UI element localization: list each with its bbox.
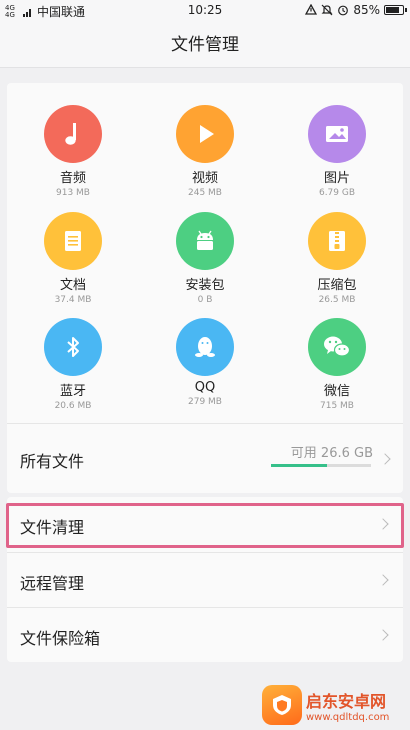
category-size: 6.79 GB [318, 188, 356, 198]
battery-percent: 85% [353, 3, 380, 17]
category-qq[interactable]: QQ 279 MB [139, 318, 271, 407]
watermark: 启东安卓网 www.qdltdq.com [262, 680, 410, 730]
category-size: 26.5 MB [318, 295, 356, 305]
chevron-right-icon [377, 629, 389, 641]
category-name: 文档 [59, 278, 86, 293]
bluetooth-circle [44, 318, 102, 376]
battery-fill [386, 7, 399, 13]
category-size: 245 MB [188, 188, 222, 198]
category-size: 37.4 MB [54, 295, 92, 305]
shield-logo-icon [273, 695, 291, 715]
alert-icon [305, 4, 318, 15]
all-files-row[interactable]: 所有文件 可用 26.6 GB [7, 423, 403, 493]
watermark-url: www.qdltdq.com [306, 711, 390, 723]
list-item-file-cleanup[interactable]: 文件清理 [7, 497, 403, 552]
category-documents[interactable]: 文档 37.4 MB [7, 212, 139, 305]
list-item-remote-management[interactable]: 远程管理 [7, 552, 403, 607]
video-circle [176, 105, 234, 163]
category-size: 0 B [197, 295, 213, 305]
battery-icon [384, 5, 407, 15]
category-name: 音频 [59, 171, 86, 186]
storage-progress-bar [271, 464, 371, 467]
chevron-right-icon [377, 574, 389, 586]
category-name: 视频 [191, 171, 218, 186]
qq-circle [176, 318, 234, 376]
status-bar: 4G 4G 中国联通 10:25 85% [0, 0, 410, 22]
chevron-right-icon [377, 518, 389, 530]
available-storage: 可用 26.6 GB [290, 446, 373, 461]
watermark-logo-icon [262, 685, 302, 725]
category-wechat[interactable]: 微信 715 MB [271, 318, 403, 411]
category-apk[interactable]: 安装包 0 B [139, 212, 271, 305]
category-size: 715 MB [320, 401, 354, 411]
category-size: 20.6 MB [54, 401, 92, 411]
list-item-label: 文件清理 [20, 518, 85, 537]
chevron-right-icon [379, 453, 391, 465]
category-size: 913 MB [56, 188, 90, 198]
category-archives[interactable]: 压缩包 26.5 MB [271, 212, 403, 305]
qq-icon [195, 337, 215, 357]
category-pictures[interactable]: 图片 6.79 GB [271, 105, 403, 198]
storage-progress-fill [271, 464, 327, 467]
document-icon [65, 231, 81, 251]
audio-circle [44, 105, 102, 163]
archives-circle [308, 212, 366, 270]
category-name: 压缩包 [317, 278, 357, 293]
all-files-label: 所有文件 [20, 452, 85, 471]
category-size: 279 MB [188, 397, 222, 407]
category-audio[interactable]: 音频 913 MB [7, 105, 139, 198]
wechat-icon [324, 336, 351, 357]
silent-icon [321, 4, 333, 16]
category-bluetooth[interactable]: 蓝牙 20.6 MB [7, 318, 139, 411]
category-video[interactable]: 视频 245 MB [139, 105, 271, 198]
status-right: 85% [305, 3, 407, 17]
wechat-circle [308, 318, 366, 376]
category-name: 图片 [323, 171, 350, 186]
category-grid: 音频 913 MB 视频 245 MB 图片 6.79 GB 文档 37.4 M… [7, 83, 403, 423]
archive-icon [329, 231, 345, 251]
category-name: 安装包 [185, 278, 225, 293]
pictures-circle [308, 105, 366, 163]
apk-circle [176, 212, 234, 270]
documents-circle [44, 212, 102, 270]
list-item-label: 远程管理 [20, 574, 85, 593]
list-item-file-safe[interactable]: 文件保险箱 [7, 607, 403, 662]
category-name: 微信 [323, 384, 350, 399]
category-card: 音频 913 MB 视频 245 MB 图片 6.79 GB 文档 37.4 M… [7, 83, 403, 493]
category-name: 蓝牙 [59, 384, 86, 399]
alarm-icon [338, 5, 349, 16]
music-note-icon [65, 123, 76, 145]
watermark-title: 启东安卓网 [306, 691, 387, 711]
category-name: QQ [194, 380, 216, 395]
page-title: 文件管理 [0, 22, 410, 68]
watermark-text: 启东安卓网 www.qdltdq.com [306, 688, 389, 723]
tools-list: 文件清理 远程管理 文件保险箱 [7, 497, 403, 662]
picture-icon [326, 126, 348, 142]
android-icon [197, 230, 213, 250]
bluetooth-icon [67, 337, 79, 357]
list-item-label: 文件保险箱 [20, 629, 101, 648]
play-icon [200, 125, 214, 143]
